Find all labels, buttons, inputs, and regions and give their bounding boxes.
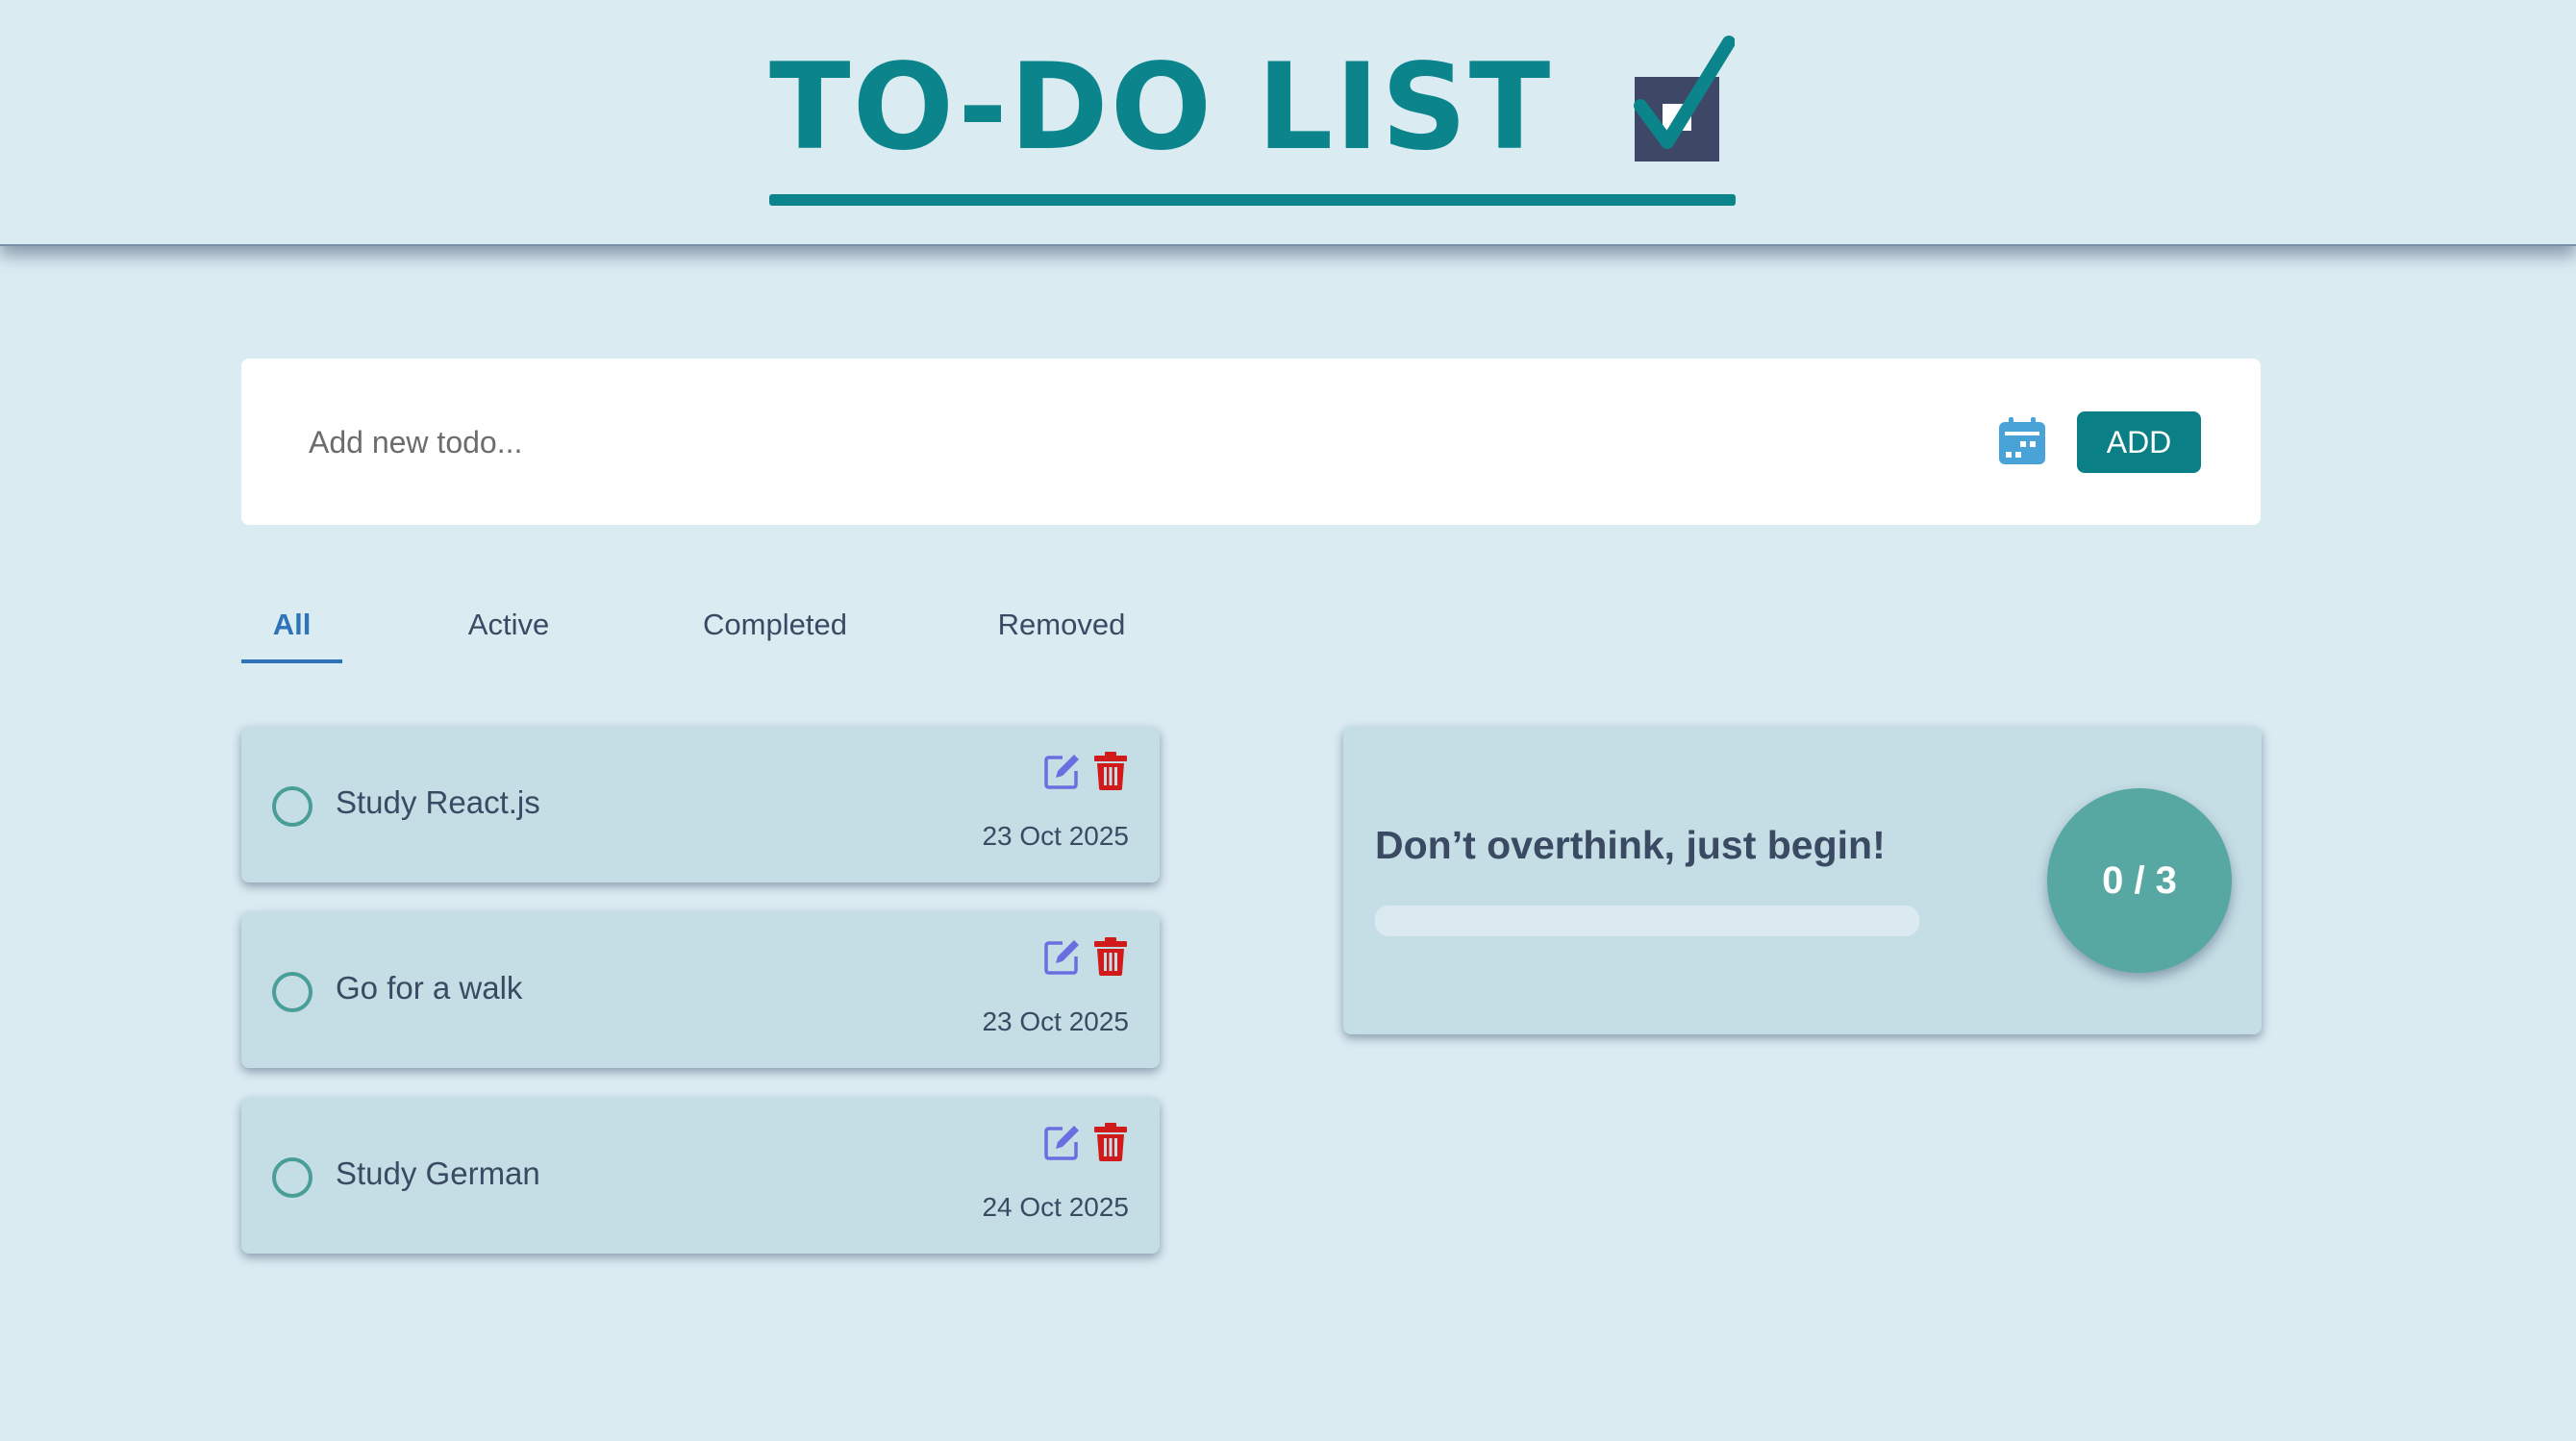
edit-icon[interactable] (1043, 1123, 1082, 1161)
progress-counter: 0 / 3 (2047, 788, 2232, 973)
todo-title: Go for a walk (336, 970, 523, 1006)
todo-title: Study German (336, 1155, 540, 1191)
motivation-message: Don’t overthink, just begin! (1375, 823, 1886, 867)
progress-card: Don’t overthink, just begin! 0 / 3 (1343, 727, 2262, 1034)
todo-date: 24 Oct 2025 (982, 1192, 1129, 1222)
todo-item: Study German 24 Oct 2025 (241, 1098, 1160, 1254)
logo-title: TO-DO LIST (769, 38, 1553, 177)
progress-bar (1375, 906, 1919, 936)
todo-item: Go for a walk 23 Oct 2025 (241, 912, 1160, 1068)
complete-toggle[interactable] (272, 786, 313, 827)
trash-icon[interactable] (1093, 937, 1128, 976)
trash-icon[interactable] (1093, 752, 1128, 790)
filter-tabs: All Active Completed Removed (241, 596, 1203, 663)
todo-title: Study React.js (336, 784, 540, 820)
app-logo: TO-DO LIST (769, 29, 1736, 211)
complete-toggle[interactable] (272, 972, 313, 1012)
todo-date: 23 Oct 2025 (982, 1006, 1129, 1036)
trash-icon[interactable] (1093, 1123, 1128, 1161)
add-todo-form: ADD (241, 359, 2261, 525)
checkbox-check-icon (1634, 36, 1735, 161)
tab-all[interactable]: All (241, 596, 342, 663)
tab-active[interactable]: Active (451, 596, 566, 663)
edit-icon[interactable] (1043, 752, 1082, 790)
todo-date: 23 Oct 2025 (982, 821, 1129, 851)
add-button[interactable]: ADD (2077, 411, 2201, 473)
complete-toggle[interactable] (272, 1157, 313, 1198)
tab-completed[interactable]: Completed (693, 596, 857, 663)
tab-removed[interactable]: Removed (989, 596, 1134, 663)
app-header: TO-DO LIST (0, 0, 2576, 246)
edit-icon[interactable] (1043, 937, 1082, 976)
todo-item: Study React.js 23 Oct 2025 (241, 727, 1160, 882)
calendar-icon[interactable] (1997, 416, 2047, 466)
new-todo-input[interactable] (307, 412, 1849, 472)
logo-underline (769, 194, 1736, 206)
